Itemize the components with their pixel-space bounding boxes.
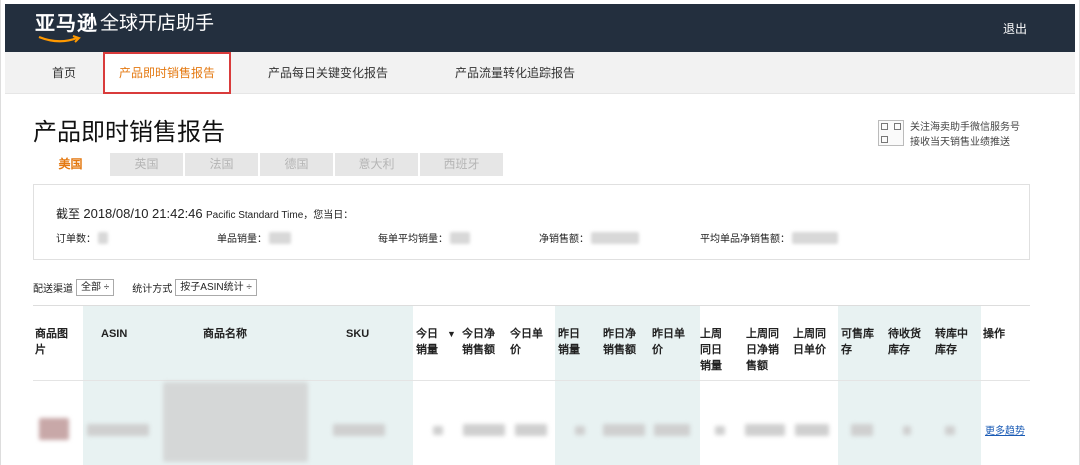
app-window: 亚马逊 全球开店助手 退出 首页 产品即时销售报告 产品每日关键变化报告 产品流… (0, 0, 1080, 465)
cell-blurred (433, 426, 443, 435)
main-nav: 首页 产品即时销售报告 产品每日关键变化报告 产品流量转化追踪报告 (5, 52, 1075, 94)
header-inbound-inventory[interactable]: 待收货 库存 (888, 306, 928, 380)
cell-blurred (745, 424, 785, 436)
qr-code-icon (878, 120, 904, 146)
nav-item-home[interactable]: 首页 (49, 52, 79, 94)
tab-de[interactable]: 德国 (260, 153, 333, 176)
metric-value-blurred (591, 231, 639, 244)
cell-blurred (463, 424, 505, 436)
tab-uk[interactable]: 英国 (110, 153, 183, 176)
amazon-smile-icon (38, 35, 81, 43)
brand-name: 亚马逊 (35, 13, 98, 35)
summary-prefix: 截至 (56, 207, 81, 221)
cell-blurred (654, 424, 690, 436)
header-lastweek-price[interactable]: 上周同 日单价 (793, 306, 833, 380)
filter-bar: 配送渠道 全部 ÷ 统计方式 按子ASIN统计 ÷ (33, 279, 275, 296)
summary-timestamp: 2018/08/10 21:42:46 (83, 206, 203, 221)
header-separator (33, 380, 1030, 381)
nav-item-traffic-conversion-report[interactable]: 产品流量转化追踪报告 (435, 52, 595, 94)
header-today-net-sales[interactable]: 今日净 销售额 (462, 306, 502, 380)
header-lastweek-net-sales[interactable]: 上周同 日净销 售额 (746, 306, 786, 380)
promo-line-2: 接收当天销售业绩推送 (910, 137, 1010, 148)
cell-blurred (603, 424, 645, 436)
product-name-blurred (163, 382, 308, 462)
sort-desc-icon[interactable]: ▼ (447, 306, 459, 380)
header-transfer-inventory[interactable]: 转库中 库存 (935, 306, 975, 380)
product-thumbnail-blurred (39, 418, 69, 440)
header-available-inventory[interactable]: 可售库存 (841, 306, 881, 380)
metric-label: 每单平均销量： (378, 234, 448, 245)
method-label: 统计方式 (132, 284, 173, 295)
header-product-image: 商品图片 (35, 328, 68, 356)
cell-blurred (851, 424, 873, 436)
cell-blurred (903, 426, 911, 435)
metric-label: 订单数： (56, 234, 96, 245)
top-header-bar: 亚马逊 全球开店助手 退出 (5, 4, 1075, 52)
header-yesterday-price[interactable]: 昨日单价 (652, 306, 692, 380)
metric-avg-net-sales: 平均单品净销售额： (700, 230, 838, 245)
metric-value-blurred (269, 231, 291, 244)
header-yesterday-units[interactable]: 昨日 销量 (558, 306, 593, 380)
header-sku[interactable]: SKU (346, 306, 386, 380)
cell-blurred (795, 424, 829, 436)
page-title: 产品即时销售报告 (33, 119, 225, 146)
nav-item-daily-change-report[interactable]: 产品每日关键变化报告 (253, 52, 403, 94)
header-asin[interactable]: ASIN (101, 306, 161, 380)
metric-net-sales: 净销售额： (539, 230, 639, 245)
tab-fr[interactable]: 法国 (185, 153, 258, 176)
metric-avg-units-per-order: 每单平均销量： (378, 230, 470, 245)
nav-item-instant-sales-report[interactable]: 产品即时销售报告 (103, 52, 231, 94)
metric-units: 单品销量： (217, 230, 291, 245)
header-today-price[interactable]: 今日单价 (510, 306, 550, 380)
summary-timezone: Pacific Standard Time (205, 210, 304, 221)
logout-link[interactable]: 退出 (1003, 20, 1027, 37)
promo-text: 关注海卖助手微信服务号 接收当天销售业绩推送 (910, 120, 1020, 150)
header-yesterday-net-sales[interactable]: 昨日净 销售额 (603, 306, 643, 380)
summary-suffix: ，您当日： (303, 210, 354, 221)
channel-select[interactable]: 全部 ÷ (76, 279, 115, 296)
header-product-name: 商品名称 (203, 328, 247, 340)
asin-blurred (87, 424, 149, 436)
metric-value-blurred (98, 231, 108, 244)
cell-blurred (515, 424, 547, 436)
metric-label: 单品销量： (217, 234, 267, 245)
wechat-promo[interactable]: 关注海卖助手微信服务号 接收当天销售业绩推送 (878, 120, 1020, 150)
method-select[interactable]: 按子ASIN统计 ÷ (175, 279, 257, 296)
cell-blurred (575, 426, 585, 435)
metric-label: 净销售额： (539, 234, 589, 245)
metric-orders: 订单数： (56, 230, 108, 245)
metric-value-blurred (792, 231, 838, 244)
amazon-logo[interactable]: 亚马逊 全球开店助手 (35, 13, 214, 45)
metric-value-blurred (450, 231, 470, 244)
header-actions: 操作 (983, 328, 1005, 340)
tab-es[interactable]: 西班牙 (420, 153, 503, 176)
tab-it[interactable]: 意大利 (335, 153, 418, 176)
cell-blurred (945, 426, 955, 435)
sales-summary-panel: 截至 2018/08/10 21:42:46 Pacific Standard … (33, 184, 1030, 260)
tab-us[interactable]: 美国 (33, 153, 108, 176)
country-tabs: 美国 英国 法国 德国 意大利 西班牙 (33, 153, 505, 176)
more-trend-link[interactable]: 更多趋势 (985, 422, 1025, 437)
summary-timestamp-line: 截至 2018/08/10 21:42:46 Pacific Standard … (56, 205, 353, 222)
product-name: 全球开店助手 (100, 13, 215, 34)
promo-line-1: 关注海卖助手微信服务号 (910, 122, 1020, 133)
channel-label: 配送渠道 (33, 284, 73, 295)
header-lastweek-units[interactable]: 上周 同日 销量 (700, 306, 730, 380)
metric-label: 平均单品净销售额： (700, 234, 790, 245)
sku-blurred (333, 424, 385, 436)
cell-blurred (715, 426, 725, 435)
sales-table: 商品图片 ASIN 商品名称 SKU 今日 销量 ▼ 今日净 销售额 今日单价 昨日… (33, 305, 1030, 465)
header-today-units[interactable]: 今日 销量 (416, 306, 446, 380)
